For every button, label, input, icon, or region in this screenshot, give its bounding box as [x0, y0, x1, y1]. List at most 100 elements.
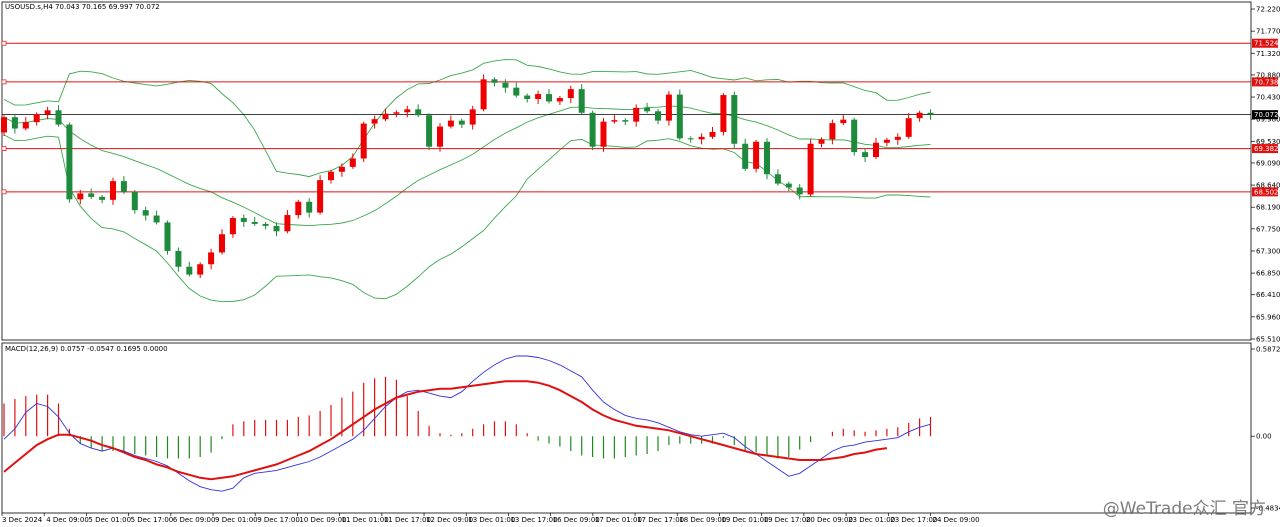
- candle-body: [720, 95, 727, 132]
- candle-body: [676, 94, 683, 139]
- candle-body: [829, 123, 836, 140]
- candle-body: [251, 221, 258, 224]
- level-label: 70.738: [1254, 78, 1279, 86]
- candle-body: [295, 201, 302, 216]
- candle-body: [349, 158, 356, 167]
- candle-body: [229, 218, 236, 235]
- price-tick-label: 67.300: [1256, 247, 1280, 255]
- candle-body: [774, 174, 781, 184]
- candle-body: [491, 79, 498, 83]
- candle-body: [905, 118, 912, 137]
- time-tick-label: 6 Dec 09:00: [173, 516, 216, 524]
- candle-body: [883, 139, 890, 143]
- candle-body: [524, 95, 531, 99]
- candle-body: [404, 109, 411, 113]
- candle-body: [600, 121, 607, 147]
- candle-body: [480, 79, 487, 110]
- candle-body: [764, 141, 770, 175]
- time-tick-label: 10 Dec 09:00: [299, 516, 346, 524]
- time-tick-label: 5 Dec 01:00: [88, 516, 131, 524]
- candle-body: [88, 193, 95, 197]
- time-tick-label: 3 Dec 2024: [2, 516, 43, 524]
- price-tick-label: 65.960: [1256, 313, 1280, 321]
- candle-body: [11, 117, 18, 129]
- candle-body: [55, 110, 62, 125]
- candle-body: [589, 112, 596, 147]
- candle-body: [873, 142, 879, 158]
- time-tick-label: 17 Dec 01:00: [595, 516, 642, 524]
- price-tick-label: 69.980: [1256, 116, 1280, 124]
- time-tick-label: 11 Dec 01:00: [342, 516, 389, 524]
- candle-body: [197, 264, 204, 275]
- price-tick-label: 65.510: [1256, 336, 1280, 344]
- time-tick-label: 9 Dec 17:00: [257, 516, 300, 524]
- candle-body: [862, 152, 869, 158]
- candle-body: [894, 136, 901, 140]
- time-tick-label: 18 Dec 09:00: [679, 516, 726, 524]
- time-tick-label: 5 Dec 17:00: [131, 516, 174, 524]
- candle-body: [240, 218, 247, 222]
- candle-body: [655, 111, 661, 121]
- symbol-header: USOUSD.s,H4 70.043 70.165 69.997 70.072: [5, 3, 160, 11]
- candle-body: [284, 215, 291, 232]
- candle-body: [753, 141, 760, 169]
- candle-body: [731, 95, 738, 144]
- price-tick-label: 67.750: [1256, 225, 1280, 233]
- candle-body: [208, 252, 215, 265]
- candle-body: [578, 89, 585, 113]
- candle-body: [447, 120, 454, 127]
- candle-body: [164, 222, 171, 251]
- macd-tick-label: 0.00: [1256, 433, 1272, 441]
- candle-body: [66, 124, 73, 200]
- candle-body: [546, 94, 552, 102]
- time-tick-label: 13 Dec 17:00: [510, 516, 557, 524]
- candle-body: [306, 201, 313, 213]
- candle-body: [709, 131, 716, 137]
- candle-body: [535, 94, 542, 99]
- candle-body: [785, 183, 792, 188]
- candle-body: [219, 234, 225, 253]
- candle-body: [99, 196, 106, 200]
- candle-body: [927, 112, 934, 115]
- level-anchor: [1, 79, 7, 85]
- time-tick-label: 16 Dec 09:00: [553, 516, 600, 524]
- price-tick-label: 72.220: [1256, 6, 1280, 14]
- time-tick-label: 24 Dec 09:00: [933, 516, 980, 524]
- level-anchor: [1, 40, 7, 46]
- candle-body: [33, 114, 40, 123]
- candle-body: [851, 119, 858, 153]
- level-label: 71.524: [1254, 40, 1279, 48]
- candle-body: [622, 120, 629, 122]
- price-tick-label: 70.880: [1256, 71, 1280, 79]
- level-anchor: [1, 146, 7, 151]
- time-tick-label: 19 Dec 17:00: [764, 516, 811, 524]
- price-tick-label: 68.190: [1256, 204, 1280, 212]
- candle-body: [110, 181, 116, 200]
- time-tick-label: 9 Dec 01:00: [215, 516, 258, 524]
- price-tick-label: 66.410: [1256, 291, 1280, 299]
- price-tick-label: 70.430: [1256, 94, 1280, 102]
- candle-body: [44, 110, 51, 115]
- time-tick-label: 23 Dec 17:00: [890, 516, 937, 524]
- time-tick-label: 17 Dec 17:00: [637, 516, 684, 524]
- time-tick-label: 23 Dec 01:00: [848, 516, 895, 524]
- candle-body: [153, 215, 160, 223]
- level-anchor: [1, 189, 7, 195]
- level-label: 69.382: [1254, 145, 1279, 153]
- time-tick-label: 13 Dec 01:00: [468, 516, 515, 524]
- candle-body: [807, 143, 814, 195]
- price-tick-label: 71.770: [1256, 28, 1280, 36]
- candle-body: [382, 113, 389, 120]
- candle-body: [513, 87, 520, 96]
- candle-body: [916, 112, 923, 119]
- candle-body: [469, 109, 476, 125]
- candle-body: [415, 109, 422, 116]
- candle-body: [633, 107, 640, 122]
- candle-body: [360, 123, 367, 159]
- macd-tick-label: 0.5872: [1256, 346, 1280, 354]
- candle-body: [371, 119, 378, 124]
- candle-body: [840, 119, 847, 124]
- macd-header: MACD(12,26,9) 0.0757 -0.0547 0.1695 0.00…: [5, 345, 168, 353]
- candle-body: [556, 98, 563, 102]
- candle-body: [22, 122, 29, 129]
